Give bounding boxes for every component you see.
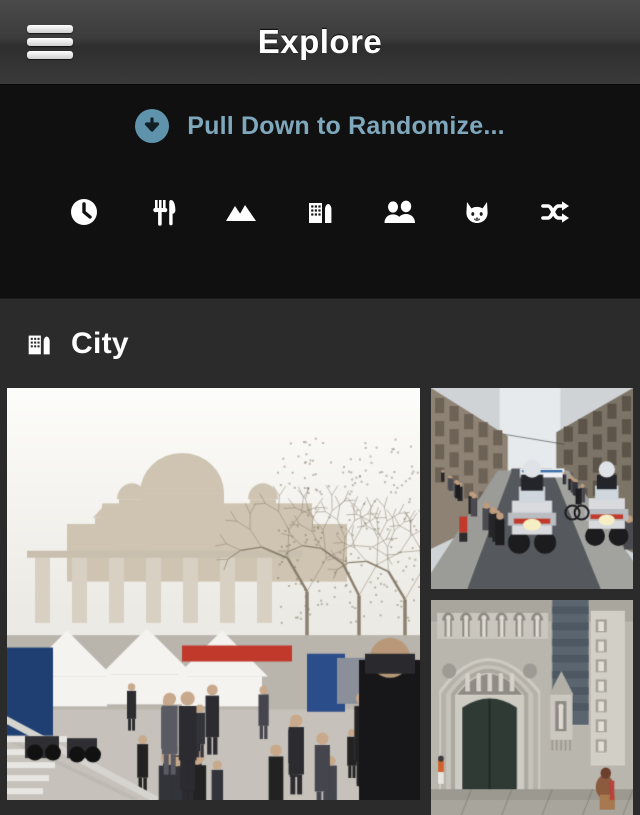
shuffle-icon: [539, 196, 573, 228]
hamburger-bar: [27, 51, 73, 59]
category-animals[interactable]: [455, 192, 499, 232]
pull-to-randomize-area[interactable]: Pull Down to Randomize...: [0, 85, 640, 298]
category-city[interactable]: [298, 192, 342, 232]
page-title: Explore: [257, 23, 383, 60]
photo-grid: [0, 388, 640, 815]
category-icon-row: [0, 192, 640, 232]
photo-grid-side-column: [431, 388, 633, 815]
clock-icon: [68, 196, 100, 228]
hamburger-bar: [27, 25, 73, 33]
buildings-icon: [304, 196, 336, 228]
section-title: City: [71, 326, 129, 360]
photo-thumbnail-cathedral[interactable]: [431, 600, 633, 815]
photo-thumbnail-motorcycles[interactable]: [431, 388, 633, 589]
photo-thumbnail-plaza[interactable]: [7, 388, 420, 800]
photo-grid-main-column: [7, 388, 420, 815]
category-random[interactable]: [534, 192, 578, 232]
category-people[interactable]: [377, 192, 421, 232]
pull-to-randomize-label: Pull Down to Randomize...: [187, 111, 505, 140]
category-nature[interactable]: [219, 192, 263, 232]
category-food[interactable]: [141, 192, 185, 232]
hamburger-menu-icon[interactable]: [27, 25, 73, 59]
section-header-city: City: [0, 298, 640, 388]
mountains-icon: [224, 196, 258, 228]
buildings-icon: [24, 329, 54, 359]
fork-knife-icon: [147, 196, 179, 228]
arrow-down-circle-icon: [135, 109, 170, 143]
hamburger-bar: [27, 38, 73, 46]
people-icon: [382, 196, 416, 228]
cat-icon: [461, 196, 493, 228]
category-recent[interactable]: [62, 192, 106, 232]
navigation-bar: Explore: [0, 0, 640, 87]
pull-to-randomize-row[interactable]: Pull Down to Randomize...: [0, 85, 640, 143]
